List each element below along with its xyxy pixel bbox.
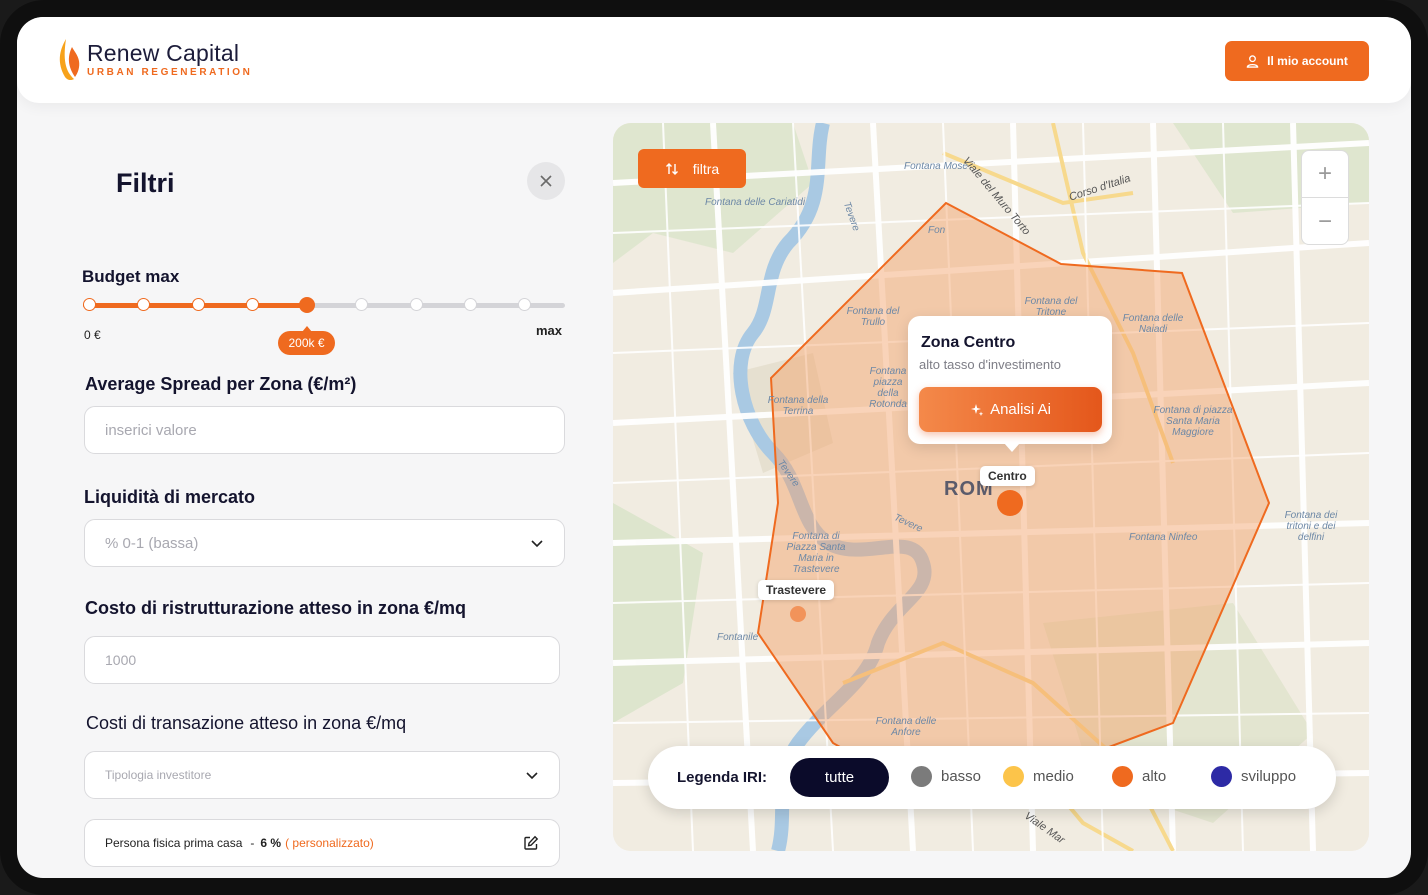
legend-label-sviluppo: sviluppo: [1241, 768, 1297, 785]
budget-slider-step[interactable]: [518, 298, 531, 311]
budget-value-badge: 200k €: [278, 326, 335, 355]
map-label-fontana-tritoni-delfini: Fontana dei tritoni e dei delfini: [1284, 510, 1338, 543]
map-label-fontana-rotonda: Fontana piazza della Rotonda: [869, 366, 907, 410]
renovation-cost-placeholder: 1000: [105, 652, 137, 668]
map-filter-label: filtra: [692, 160, 720, 177]
renovation-cost-input[interactable]: 1000: [84, 636, 560, 684]
map-label-fontana-anfore: Fontana delle Anfore: [875, 716, 937, 738]
top-header: Renew Capital URBAN REGENERATION Il mio …: [17, 17, 1411, 103]
budget-min-label: 0 €: [84, 328, 101, 342]
close-icon: [540, 175, 552, 187]
zone-map[interactable]: Fontana delle Cariatidi Fontana Mosè Via…: [613, 123, 1369, 851]
map-label-fontana-cariatidi: Fontana delle Cariatidi: [705, 197, 806, 208]
legend-filter-all[interactable]: tutte: [790, 758, 889, 797]
legend-label-medio: medio: [1033, 768, 1074, 785]
brand-tagline: URBAN REGENERATION: [87, 66, 253, 78]
average-spread-input[interactable]: inserici valore: [84, 406, 565, 454]
map-label-fontana-naiadi: Fontana delle Naiadi: [1122, 313, 1184, 335]
iri-legend: Legenda IRI: tutte basso medio alto svil…: [648, 746, 1336, 809]
map-label-fon: Fon: [928, 225, 946, 236]
map-label-fontana-mose: Fontana Mosè: [904, 161, 968, 172]
pin-label-trastevere: Trastevere: [758, 580, 835, 600]
flame-logo-icon: [59, 39, 80, 81]
legend-label-alto: alto: [1142, 768, 1167, 785]
legend-filter-basso[interactable]: basso: [911, 766, 981, 787]
zoom-out-button[interactable]: −: [1302, 198, 1348, 245]
pin-trastevere[interactable]: [790, 606, 806, 622]
budget-slider-step[interactable]: [410, 298, 423, 311]
budget-slider-step[interactable]: [246, 298, 259, 311]
pin-centro[interactable]: [997, 490, 1023, 516]
user-icon: [1246, 54, 1259, 68]
map-label-fontana-santa-maria-maggiore: Fontana di piazza Santa Maria Maggiore: [1153, 405, 1233, 438]
brand-logo[interactable]: Renew Capital URBAN REGENERATION: [57, 37, 253, 81]
legend-dot-sviluppo: [1211, 766, 1232, 787]
budget-slider-thumb[interactable]: [299, 297, 315, 313]
chevron-down-icon: [526, 772, 538, 780]
investor-profile-row[interactable]: Persona fisica prima casa - 6 % ( person…: [84, 819, 560, 867]
sparkle-icon: [971, 403, 984, 416]
device-frame: Renew Capital URBAN REGENERATION Il mio …: [0, 0, 1428, 895]
zoom-in-button[interactable]: +: [1302, 151, 1348, 198]
map-label-fontana-santa-maria-trastevere: Fontana di Piazza Santa Maria in Trastev…: [786, 531, 846, 575]
investor-type-placeholder: Tipologia investitore: [105, 768, 212, 782]
budget-slider-step[interactable]: [464, 298, 477, 311]
pin-label-centro: Centro: [980, 466, 1035, 486]
legend-title: Legenda IRI:: [677, 769, 768, 786]
legend-filter-alto[interactable]: alto: [1112, 766, 1166, 787]
investor-profile-mode: ( personalizzato): [285, 836, 374, 850]
liquidity-select[interactable]: % 0-1 (bassa): [84, 519, 565, 567]
filters-panel: Filtri Budget max 0 € max 200k € Average…: [17, 122, 607, 878]
renovation-cost-label: Costo di ristrutturazione atteso in zona…: [85, 598, 467, 618]
average-spread-placeholder: inserici valore: [105, 421, 197, 439]
zone-popup: Zona Centro alto tasso d'investimento An…: [908, 316, 1112, 452]
budget-slider-step[interactable]: [192, 298, 205, 311]
chevron-down-icon: [531, 540, 543, 548]
map-filter-button[interactable]: filtra: [638, 149, 746, 188]
map-label-fontana-terrina: Fontana della Terrina: [767, 395, 829, 417]
map-label-fontanile: Fontanile: [717, 632, 759, 643]
investor-profile-type: Persona fisica prima casa: [105, 836, 243, 850]
popup-subtitle: alto tasso d'investimento: [919, 357, 1061, 372]
budget-max-label: max: [536, 323, 563, 338]
budget-slider-step[interactable]: [137, 298, 150, 311]
investor-profile-separator: -: [250, 836, 255, 850]
transaction-cost-label: Costi di transazione atteso in zona €/mq: [86, 713, 407, 733]
app-screen: Renew Capital URBAN REGENERATION Il mio …: [17, 17, 1411, 878]
legend-dot-medio: [1003, 766, 1024, 787]
popup-title: Zona Centro: [921, 334, 1016, 351]
investor-profile-percent: 6 %: [260, 836, 282, 850]
budget-slider-step[interactable]: [83, 298, 96, 311]
my-account-button[interactable]: Il mio account: [1225, 41, 1369, 81]
liquidity-label: Liquidità di mercato: [84, 487, 256, 507]
budget-label: Budget max: [82, 267, 180, 286]
map-zoom-control: + −: [1301, 150, 1349, 245]
brand-name: Renew Capital: [87, 39, 240, 66]
legend-filter-medio[interactable]: medio: [1003, 766, 1074, 787]
filters-title: Filtri: [116, 168, 175, 198]
sort-arrows-icon: [665, 162, 678, 175]
legend-label-basso: basso: [941, 768, 982, 785]
budget-slider-step[interactable]: [355, 298, 368, 311]
legend-filter-sviluppo[interactable]: sviluppo: [1211, 766, 1296, 787]
my-account-label: Il mio account: [1267, 54, 1348, 68]
map-label-fontana-ninfeo: Fontana Ninfeo: [1129, 532, 1198, 543]
investor-type-select[interactable]: Tipologia investitore: [84, 751, 560, 799]
ai-analysis-button[interactable]: Analisi Ai: [919, 387, 1102, 432]
close-filters-button[interactable]: [527, 162, 565, 200]
edit-icon[interactable]: [523, 835, 539, 851]
legend-dot-basso: [911, 766, 932, 787]
ai-analysis-label: Analisi Ai: [990, 401, 1051, 418]
budget-slider[interactable]: [83, 297, 565, 313]
legend-dot-alto: [1112, 766, 1133, 787]
average-spread-label: Average Spread per Zona (€/m²): [85, 374, 357, 394]
liquidity-selected-value: % 0-1 (bassa): [105, 534, 199, 552]
map-label-fontana-trullo: Fontana del Trullo: [846, 306, 900, 328]
map-label-fontana-tritone: Fontana del Tritone: [1024, 296, 1078, 318]
